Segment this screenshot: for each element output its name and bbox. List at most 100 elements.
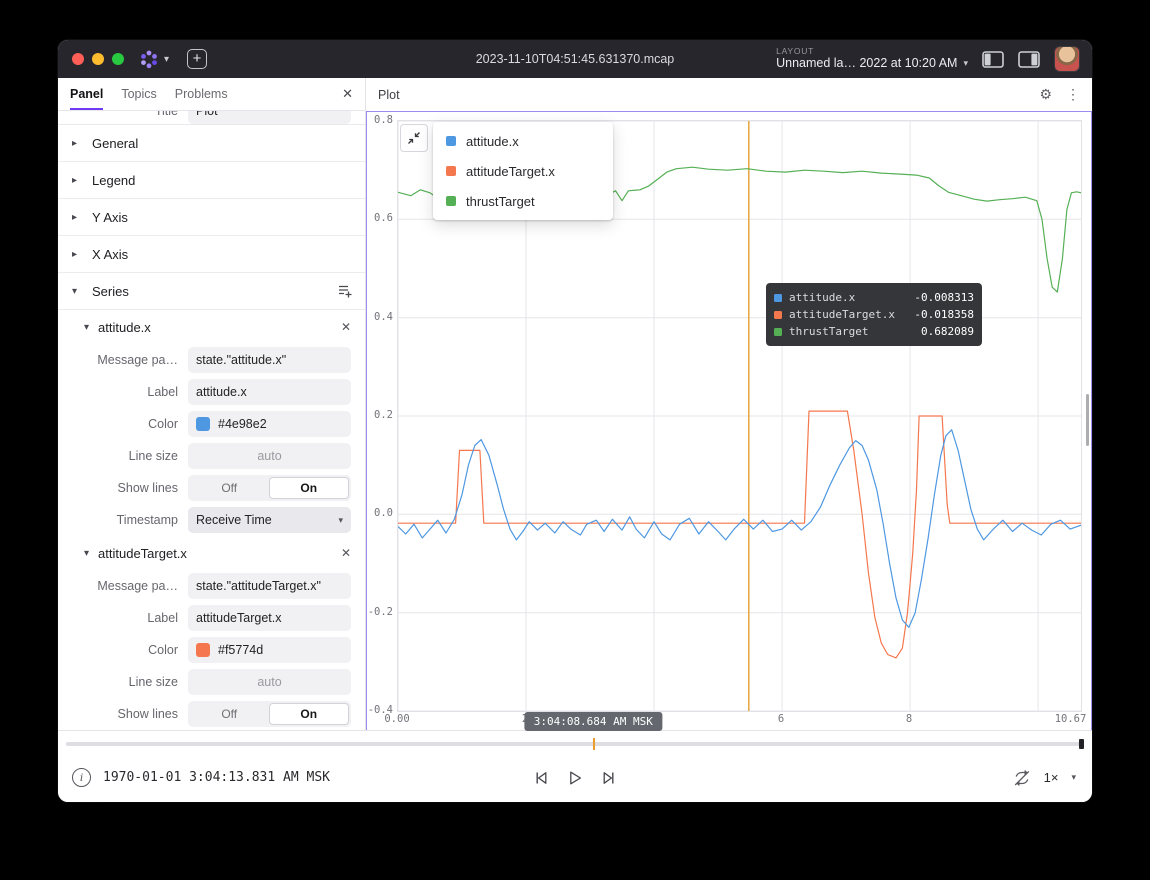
zoom-window-button[interactable] [112, 53, 124, 65]
window-title: 2023-11-10T04:51:45.631370.mcap [476, 52, 675, 66]
series-color-swatch [774, 294, 782, 302]
field-row-line-size: Line size auto [58, 666, 365, 698]
line-size-input[interactable]: auto [188, 669, 351, 695]
tooltip-series-value: -0.018358 [914, 308, 974, 321]
scrubber-playhead-handle[interactable] [593, 738, 595, 750]
remove-series-icon[interactable]: ✕ [341, 546, 351, 560]
plot-panel[interactable]: 0.80.60.40.20.0-0.2-0.4 0.0026810.67 att… [366, 111, 1092, 731]
app-window: ▾ + 2023-11-10T04:51:45.631370.mcap LAYO… [58, 40, 1092, 802]
scrubber-end-marker [1079, 739, 1084, 749]
chevron-right-icon: ▸ [72, 175, 82, 186]
minimize-window-button[interactable] [92, 53, 104, 65]
layout-name: Unnamed la… 2022 at 10:20 AM [776, 57, 957, 71]
line-size-input[interactable]: auto [188, 443, 351, 469]
timeline-scrubber[interactable] [66, 738, 1084, 750]
timestamp-dropdown[interactable]: Receive Time ▾ [188, 507, 351, 533]
content-area: Panel Topics Problems ✕ Title Plot ▸ Gen… [58, 78, 1092, 731]
label-input[interactable]: attitude.x [188, 379, 351, 405]
series-header-attitude-x[interactable]: ▾ attitude.x ✕ [58, 310, 365, 344]
field-row-color: Color #f5774d [58, 634, 365, 666]
loop-off-icon [1013, 769, 1031, 787]
add-panel-button[interactable]: + [187, 49, 207, 69]
seek-backward-button[interactable] [532, 769, 550, 787]
info-icon[interactable]: i [72, 768, 91, 787]
color-picker-field[interactable]: #f5774d [188, 637, 351, 663]
series-header-attitude-target-x[interactable]: ▾ attitudeTarget.x ✕ [58, 536, 365, 570]
field-label: Message pa… [66, 353, 178, 367]
show-lines-off-button[interactable]: Off [190, 703, 269, 725]
loop-off-button[interactable] [1013, 769, 1031, 787]
tab-panel[interactable]: Panel [70, 78, 103, 110]
titlebar-right-cluster: LAYOUT Unnamed la… 2022 at 10:20 AM ▾ [776, 46, 1080, 72]
legend-label: attitudeTarget.x [466, 164, 555, 179]
field-row-show-lines: Show lines Off On [58, 472, 365, 504]
panel-header: Plot ⚙ ⋮ [366, 78, 1092, 111]
tab-topics[interactable]: Topics [121, 78, 156, 110]
legend-item-thrust-target[interactable]: thrustTarget [433, 186, 613, 216]
close-icon[interactable]: ✕ [342, 86, 353, 102]
message-path-input[interactable]: state."attitude.x" [188, 347, 351, 373]
left-sidebar-toggle-button[interactable] [982, 51, 1004, 68]
field-row-message-path: Message pa… state."attitudeTarget.x" [58, 570, 365, 602]
user-avatar[interactable] [1054, 46, 1080, 72]
panel-title: Plot [378, 88, 400, 102]
field-label: Label [66, 385, 178, 399]
right-sidebar-icon [1018, 51, 1040, 68]
chevron-down-icon: ▾ [84, 322, 89, 333]
sidebar-section-y-axis[interactable]: ▸ Y Axis [58, 199, 365, 236]
field-row-message-path: Message pa… state."attitude.x" [58, 344, 365, 376]
show-lines-on-button[interactable]: On [269, 703, 350, 725]
field-label: Line size [66, 449, 178, 463]
sidebar-section-series[interactable]: ▾ Series [58, 273, 365, 310]
gear-icon[interactable]: ⚙ [1039, 86, 1052, 103]
field-row-timestamp: Timestamp Receive Time ▾ [58, 504, 365, 536]
tab-problems[interactable]: Problems [175, 78, 228, 110]
color-picker-field[interactable]: #4e98e2 [188, 411, 351, 437]
layout-picker[interactable]: LAYOUT Unnamed la… 2022 at 10:20 AM ▾ [776, 47, 968, 70]
sidebar-section-x-axis[interactable]: ▸ X Axis [58, 236, 365, 273]
chevron-right-icon: ▸ [72, 212, 82, 223]
window-controls [72, 53, 124, 65]
chevron-down-icon: ▾ [164, 54, 169, 65]
legend-swatch [446, 136, 456, 146]
foxglove-logo-icon [138, 49, 160, 69]
play-button[interactable] [566, 769, 584, 787]
show-lines-segmented-control: Off On [188, 475, 351, 501]
legend-label: attitude.x [466, 134, 519, 149]
titlebar: ▾ + 2023-11-10T04:51:45.631370.mcap LAYO… [58, 40, 1092, 78]
scrubber-track[interactable] [66, 742, 1084, 746]
sidebar-tabbar: Panel Topics Problems ✕ [58, 78, 365, 111]
legend-item-attitude-x[interactable]: attitude.x [433, 126, 613, 156]
chevron-down-icon: ▾ [84, 548, 89, 559]
show-lines-on-button[interactable]: On [269, 477, 350, 499]
message-path-input[interactable]: state."attitudeTarget.x" [188, 573, 351, 599]
remove-series-icon[interactable]: ✕ [341, 320, 351, 334]
show-lines-off-button[interactable]: Off [190, 477, 269, 499]
scrollbar-thumb[interactable] [1086, 394, 1089, 446]
y-tick-label: 0.8 [374, 114, 393, 126]
play-icon [566, 769, 584, 787]
sidebar-section-legend[interactable]: ▸ Legend [58, 162, 365, 199]
sidebar-section-general[interactable]: ▸ General [58, 125, 365, 162]
section-label: X Axis [92, 247, 128, 262]
label-input[interactable]: attitudeTarget.x [188, 605, 351, 631]
color-swatch [196, 417, 210, 431]
field-row-label: Label attitude.x [58, 376, 365, 408]
right-sidebar-toggle-button[interactable] [1018, 51, 1040, 68]
legend-item-attitude-target-x[interactable]: attitudeTarget.x [433, 156, 613, 186]
title-field[interactable]: Plot [188, 111, 351, 124]
chevron-down-icon[interactable]: ▾ [1071, 772, 1076, 783]
app-menu[interactable]: ▾ [138, 49, 169, 69]
field-row-label: Label attitudeTarget.x [58, 602, 365, 634]
tooltip-row: attitude.x -0.008313 [774, 289, 974, 306]
collapse-legend-button[interactable] [400, 124, 428, 152]
close-window-button[interactable] [72, 53, 84, 65]
field-row-line-size: Line size auto [58, 440, 365, 472]
kebab-menu-icon[interactable]: ⋮ [1066, 86, 1080, 103]
playback-controls: i 1970-01-01 3:04:13.831 AM MSK [58, 753, 1092, 802]
seek-forward-button[interactable] [600, 769, 618, 787]
playback-speed[interactable]: 1× [1044, 770, 1059, 785]
add-series-icon[interactable] [337, 283, 353, 299]
x-tick-label: 8 [906, 713, 912, 725]
series-color-swatch [774, 328, 782, 336]
